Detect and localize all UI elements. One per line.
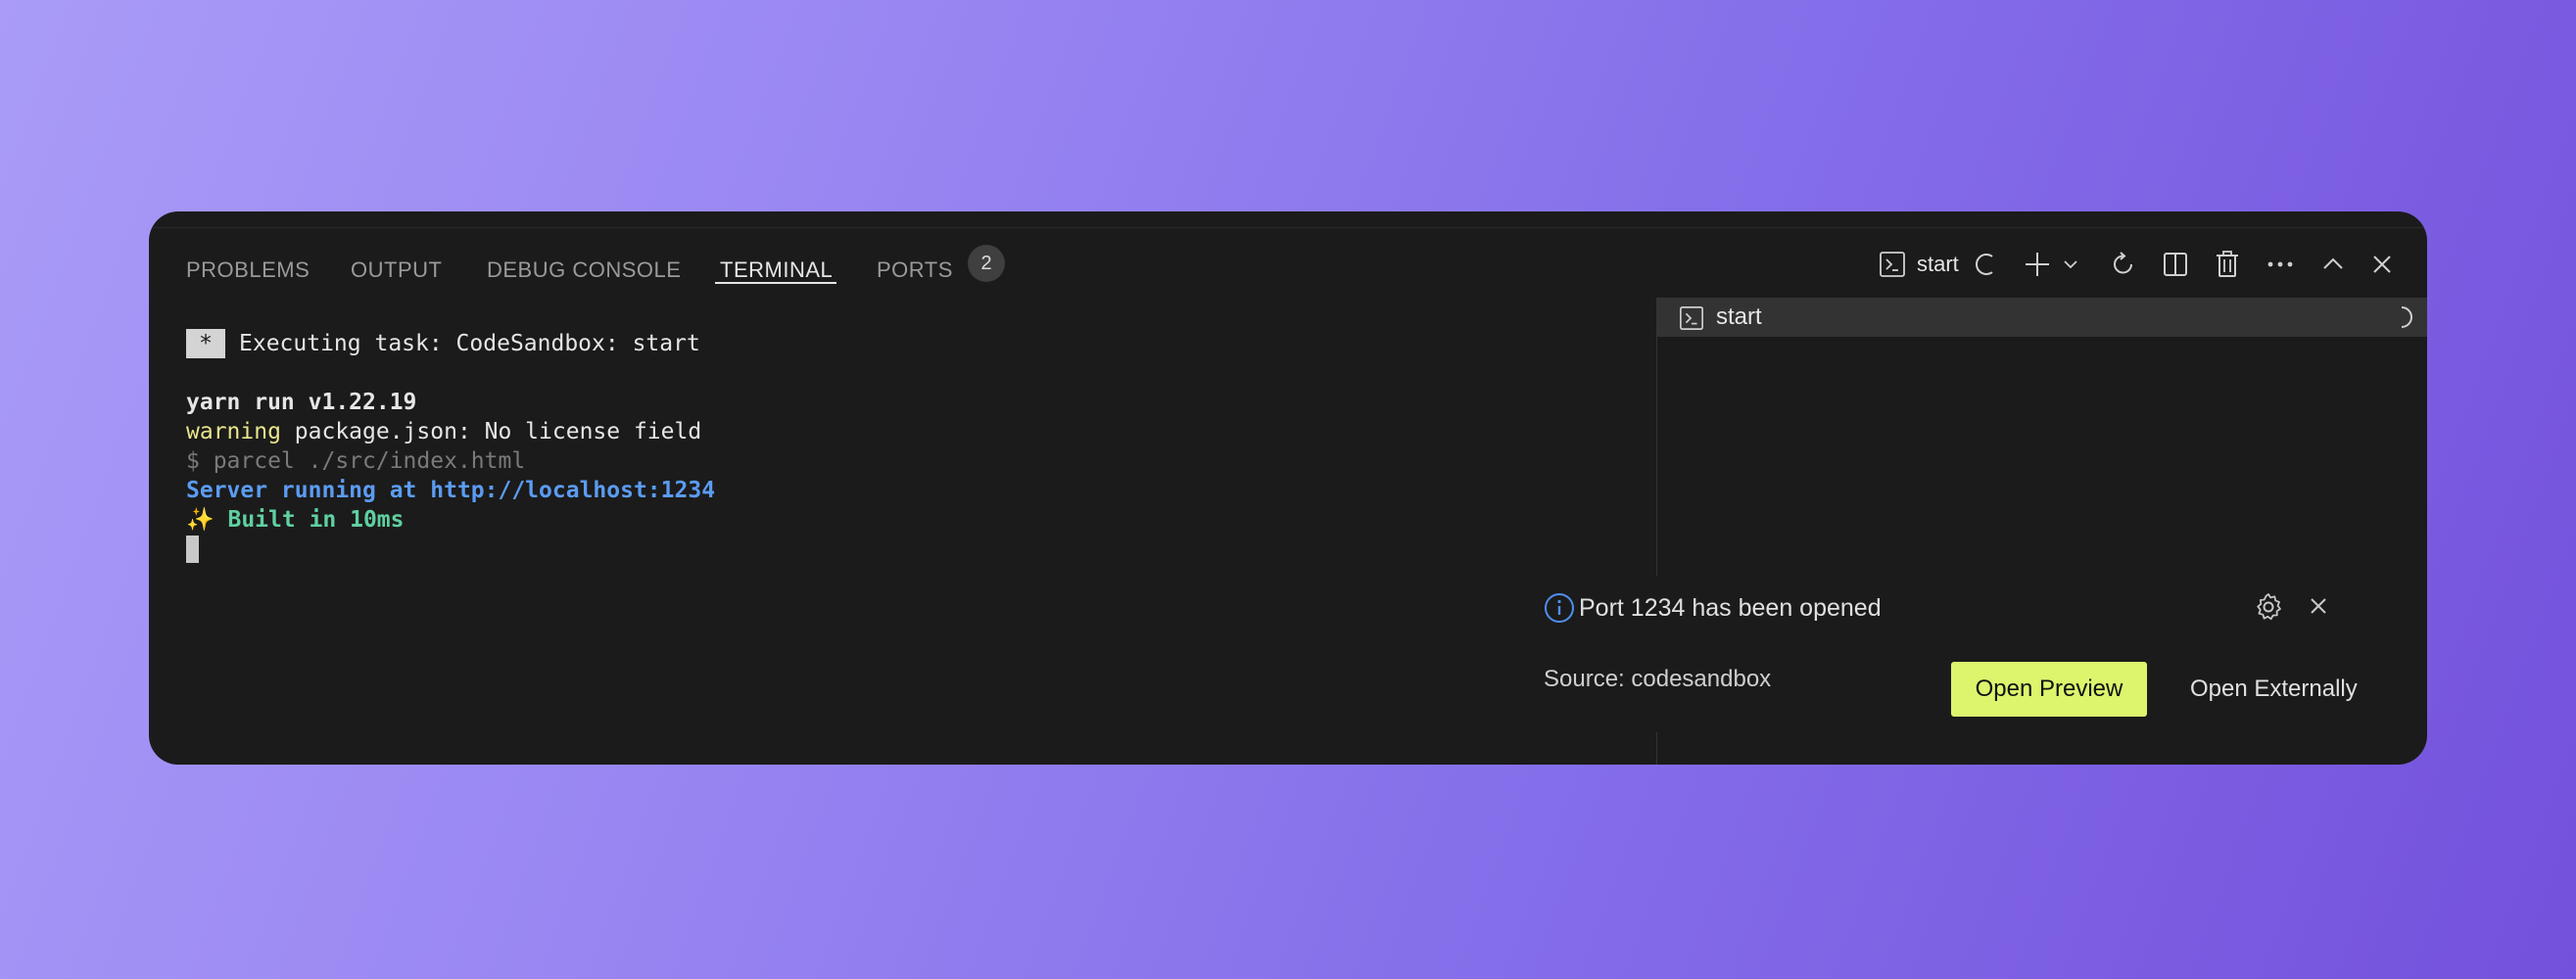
open-externally-button[interactable]: Open Externally <box>2190 662 2400 717</box>
split-editor-icon[interactable] <box>2158 247 2193 282</box>
tab-output[interactable]: OUTPUT <box>351 251 442 290</box>
chevron-down-icon[interactable] <box>2059 247 2082 282</box>
terminal-output[interactable]: * Executing task: CodeSandbox: start yarn… <box>186 319 715 583</box>
panel-top-border <box>149 227 2427 228</box>
open-preview-button[interactable]: Open Preview <box>1951 662 2147 717</box>
warning-line: warning package.json: No license field <box>186 417 701 446</box>
terminal-icon <box>1679 305 1704 336</box>
tab-problems[interactable]: PROBLEMS <box>186 251 310 290</box>
terminal-list-item-label: start <box>1716 303 1762 330</box>
server-running-line: Server running at http://localhost:1234 <box>186 478 716 503</box>
warning-label: warning <box>186 419 281 444</box>
tab-ports[interactable]: PORTS <box>877 251 953 290</box>
refresh-icon[interactable] <box>2106 247 2141 282</box>
task-marker: * <box>186 329 225 358</box>
terminal-icon[interactable] <box>1877 247 1908 282</box>
ports-count-badge: 2 <box>968 245 1005 282</box>
notification-source: Source: codesandbox <box>1544 666 1772 692</box>
loading-spinner-icon <box>2390 305 2413 334</box>
terminal-list-item-start[interactable]: start <box>1657 298 2427 337</box>
info-icon <box>1544 592 1575 629</box>
more-icon[interactable] <box>2263 247 2298 282</box>
loading-spinner-icon <box>1971 247 2000 282</box>
sparkles-icon: ✨ <box>186 507 215 533</box>
chevron-up-icon[interactable] <box>2315 247 2351 282</box>
tab-terminal[interactable]: TERMINAL <box>720 251 833 290</box>
task-text: Executing task: CodeSandbox: start <box>239 331 700 356</box>
close-notification-icon[interactable] <box>2306 593 2331 624</box>
plus-icon[interactable] <box>2020 247 2055 282</box>
tab-debug-console[interactable]: DEBUG CONSOLE <box>487 251 681 290</box>
close-panel-icon[interactable] <box>2364 247 2400 282</box>
yarn-version-line: yarn run v1.22.19 <box>186 390 417 415</box>
active-tab-indicator <box>715 282 836 284</box>
terminal-cursor <box>186 536 199 563</box>
trash-icon[interactable] <box>2210 247 2245 282</box>
notification-message: Port 1234 has been opened <box>1579 594 1882 622</box>
gear-icon[interactable] <box>2253 591 2284 628</box>
built-line: ✨ Built in 10ms <box>186 505 405 535</box>
built-text: Built in 10ms <box>214 507 405 533</box>
command-line: $ parcel ./src/index.html <box>186 448 526 474</box>
warning-text: package.json: No license field <box>280 419 702 444</box>
terminal-name-label[interactable]: start <box>1917 247 1959 282</box>
task-line: * Executing task: CodeSandbox: start <box>186 329 700 358</box>
